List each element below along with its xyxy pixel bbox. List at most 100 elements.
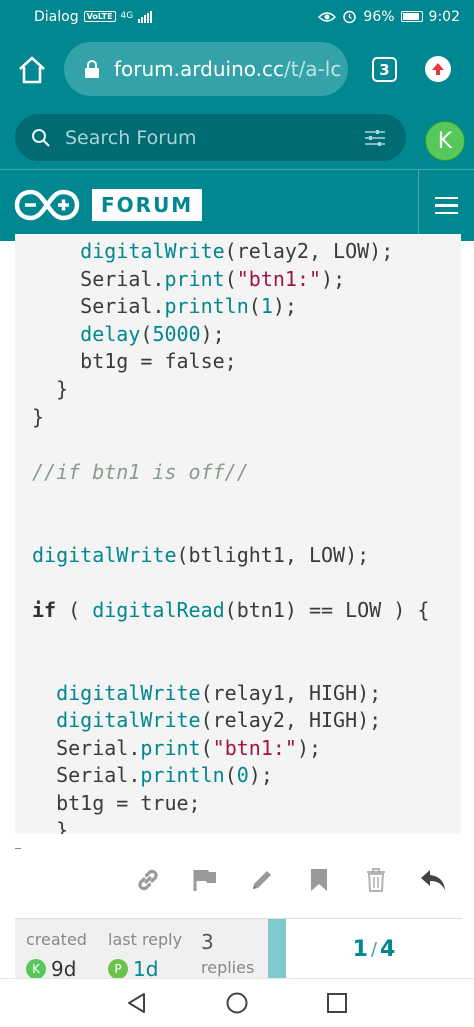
back-icon[interactable] <box>125 991 149 1015</box>
code-line: } <box>32 376 461 404</box>
search-icon <box>32 128 50 147</box>
code-token: "btn1:" <box>212 735 297 760</box>
flag-icon <box>193 870 216 891</box>
code-token: ( <box>56 597 93 622</box>
battery-percent: 96% <box>363 8 395 25</box>
url-field[interactable]: forum.arduino.cc/t/a-lc <box>64 42 348 96</box>
code-token: print <box>140 735 201 760</box>
last-reply-label: last reply <box>108 930 183 949</box>
code-token: digitalWrite <box>32 542 177 567</box>
code-token: println <box>140 763 225 788</box>
code-token: ); <box>200 321 225 346</box>
battery-icon <box>400 11 423 22</box>
search-input[interactable]: Search Forum <box>15 114 406 161</box>
user-avatar[interactable]: K <box>425 121 465 161</box>
url-domain: forum.arduino.cc <box>114 57 284 81</box>
code-line: digitalWrite(btlight1, LOW); <box>32 542 461 570</box>
code-token: ( <box>140 321 153 346</box>
carrier-group: Dialog VoLTE 4G <box>34 8 153 25</box>
topic-progress[interactable]: 1 / 4 <box>268 919 462 979</box>
code-line: Serial.println(0); <box>32 762 461 790</box>
tab-switcher-button[interactable]: 3 <box>372 57 397 82</box>
code-token: 5000 <box>152 321 201 346</box>
update-button[interactable] <box>425 56 451 82</box>
code-line: digitalWrite(relay1, HIGH); <box>32 680 461 708</box>
code-token: 1 <box>260 294 273 319</box>
code-token: } <box>56 818 69 834</box>
forum-header: FORUM <box>0 170 474 241</box>
avatar: P <box>108 959 128 979</box>
code-line: digitalWrite(relay2, LOW); <box>32 238 461 266</box>
search-placeholder: Search Forum <box>65 126 197 149</box>
code-token: (relay1, HIGH); <box>200 680 382 705</box>
pencil-icon <box>253 871 271 889</box>
recents-icon[interactable] <box>325 991 349 1015</box>
code-line: digitalWrite(relay2, HIGH); <box>32 707 461 735</box>
topic-summary[interactable]: created K 9d last reply P 1d 3 replies 1… <box>15 918 462 981</box>
code-line: Serial.print("btn1:"); <box>32 735 461 763</box>
forum-logo-text: FORUM <box>92 189 203 221</box>
menu-icon <box>435 196 458 200</box>
flag-button[interactable] <box>189 862 221 898</box>
code-token: digitalRead <box>92 597 225 622</box>
separator-mark <box>15 848 21 849</box>
delete-button[interactable] <box>360 862 392 898</box>
reply-button[interactable] <box>417 862 449 898</box>
code-token: digitalWrite <box>56 708 201 733</box>
code-token: ); <box>248 763 273 788</box>
progress-text: 1 / 4 <box>286 919 462 979</box>
code-token: "btn1:" <box>236 266 322 291</box>
carrier-name: Dialog <box>34 8 79 25</box>
code-token: ( <box>248 294 261 319</box>
filter-icon[interactable] <box>364 129 386 147</box>
replies-count-group: 3 replies <box>201 929 254 981</box>
browser-toolbar: forum.arduino.cc/t/a-lc 3 <box>0 33 474 105</box>
code-token: } <box>56 376 69 401</box>
code-token: Serial. <box>80 294 165 319</box>
code-token: } <box>32 404 45 429</box>
network-type: 4G <box>120 11 134 21</box>
progress-current: 1 <box>352 936 368 962</box>
clock: 9:02 <box>428 8 460 25</box>
code-token: 0 <box>236 763 249 788</box>
bookmark-button[interactable] <box>303 862 335 898</box>
code-token: digitalWrite <box>56 680 201 705</box>
eye-icon <box>318 11 337 22</box>
code-line: Serial.println(1); <box>32 293 461 321</box>
code-token: print <box>164 266 225 291</box>
home-circle-icon[interactable] <box>225 991 249 1015</box>
created-label: created <box>26 930 87 949</box>
code-token: (relay2, LOW); <box>224 239 394 263</box>
code-line: bt1g = false; <box>32 348 461 376</box>
code-token: digitalWrite <box>80 239 225 263</box>
code-token: ); <box>321 266 346 291</box>
post-actions <box>0 862 474 902</box>
hamburger-menu-button[interactable] <box>418 170 474 241</box>
code-token: ( <box>200 735 213 760</box>
code-token: (relay2, HIGH); <box>200 708 382 733</box>
code-line: } <box>32 817 461 834</box>
bookmark-icon <box>311 869 327 891</box>
arduino-logo[interactable]: FORUM <box>14 188 203 222</box>
system-nav-bar <box>0 978 474 1027</box>
code-token: (btn1) == LOW ) { <box>224 597 430 622</box>
code-line: //if btn1 is off// <box>32 459 461 487</box>
code-token: (btlight1, LOW); <box>176 542 370 567</box>
code-line: delay(5000); <box>32 321 461 349</box>
arduino-infinity-icon <box>14 189 80 221</box>
home-icon[interactable] <box>17 55 47 85</box>
copy-link-button[interactable] <box>132 862 164 898</box>
url-path: /t/a-lc <box>283 57 342 81</box>
volte-badge: VoLTE <box>83 11 116 22</box>
code-token: bt1g = false; <box>80 349 237 374</box>
code-token: ( <box>224 266 237 291</box>
lock-icon <box>85 60 99 78</box>
code-line: } <box>32 404 461 432</box>
arrow-up-icon <box>432 63 444 75</box>
edit-button[interactable] <box>246 862 278 898</box>
alarm-icon <box>343 10 357 24</box>
